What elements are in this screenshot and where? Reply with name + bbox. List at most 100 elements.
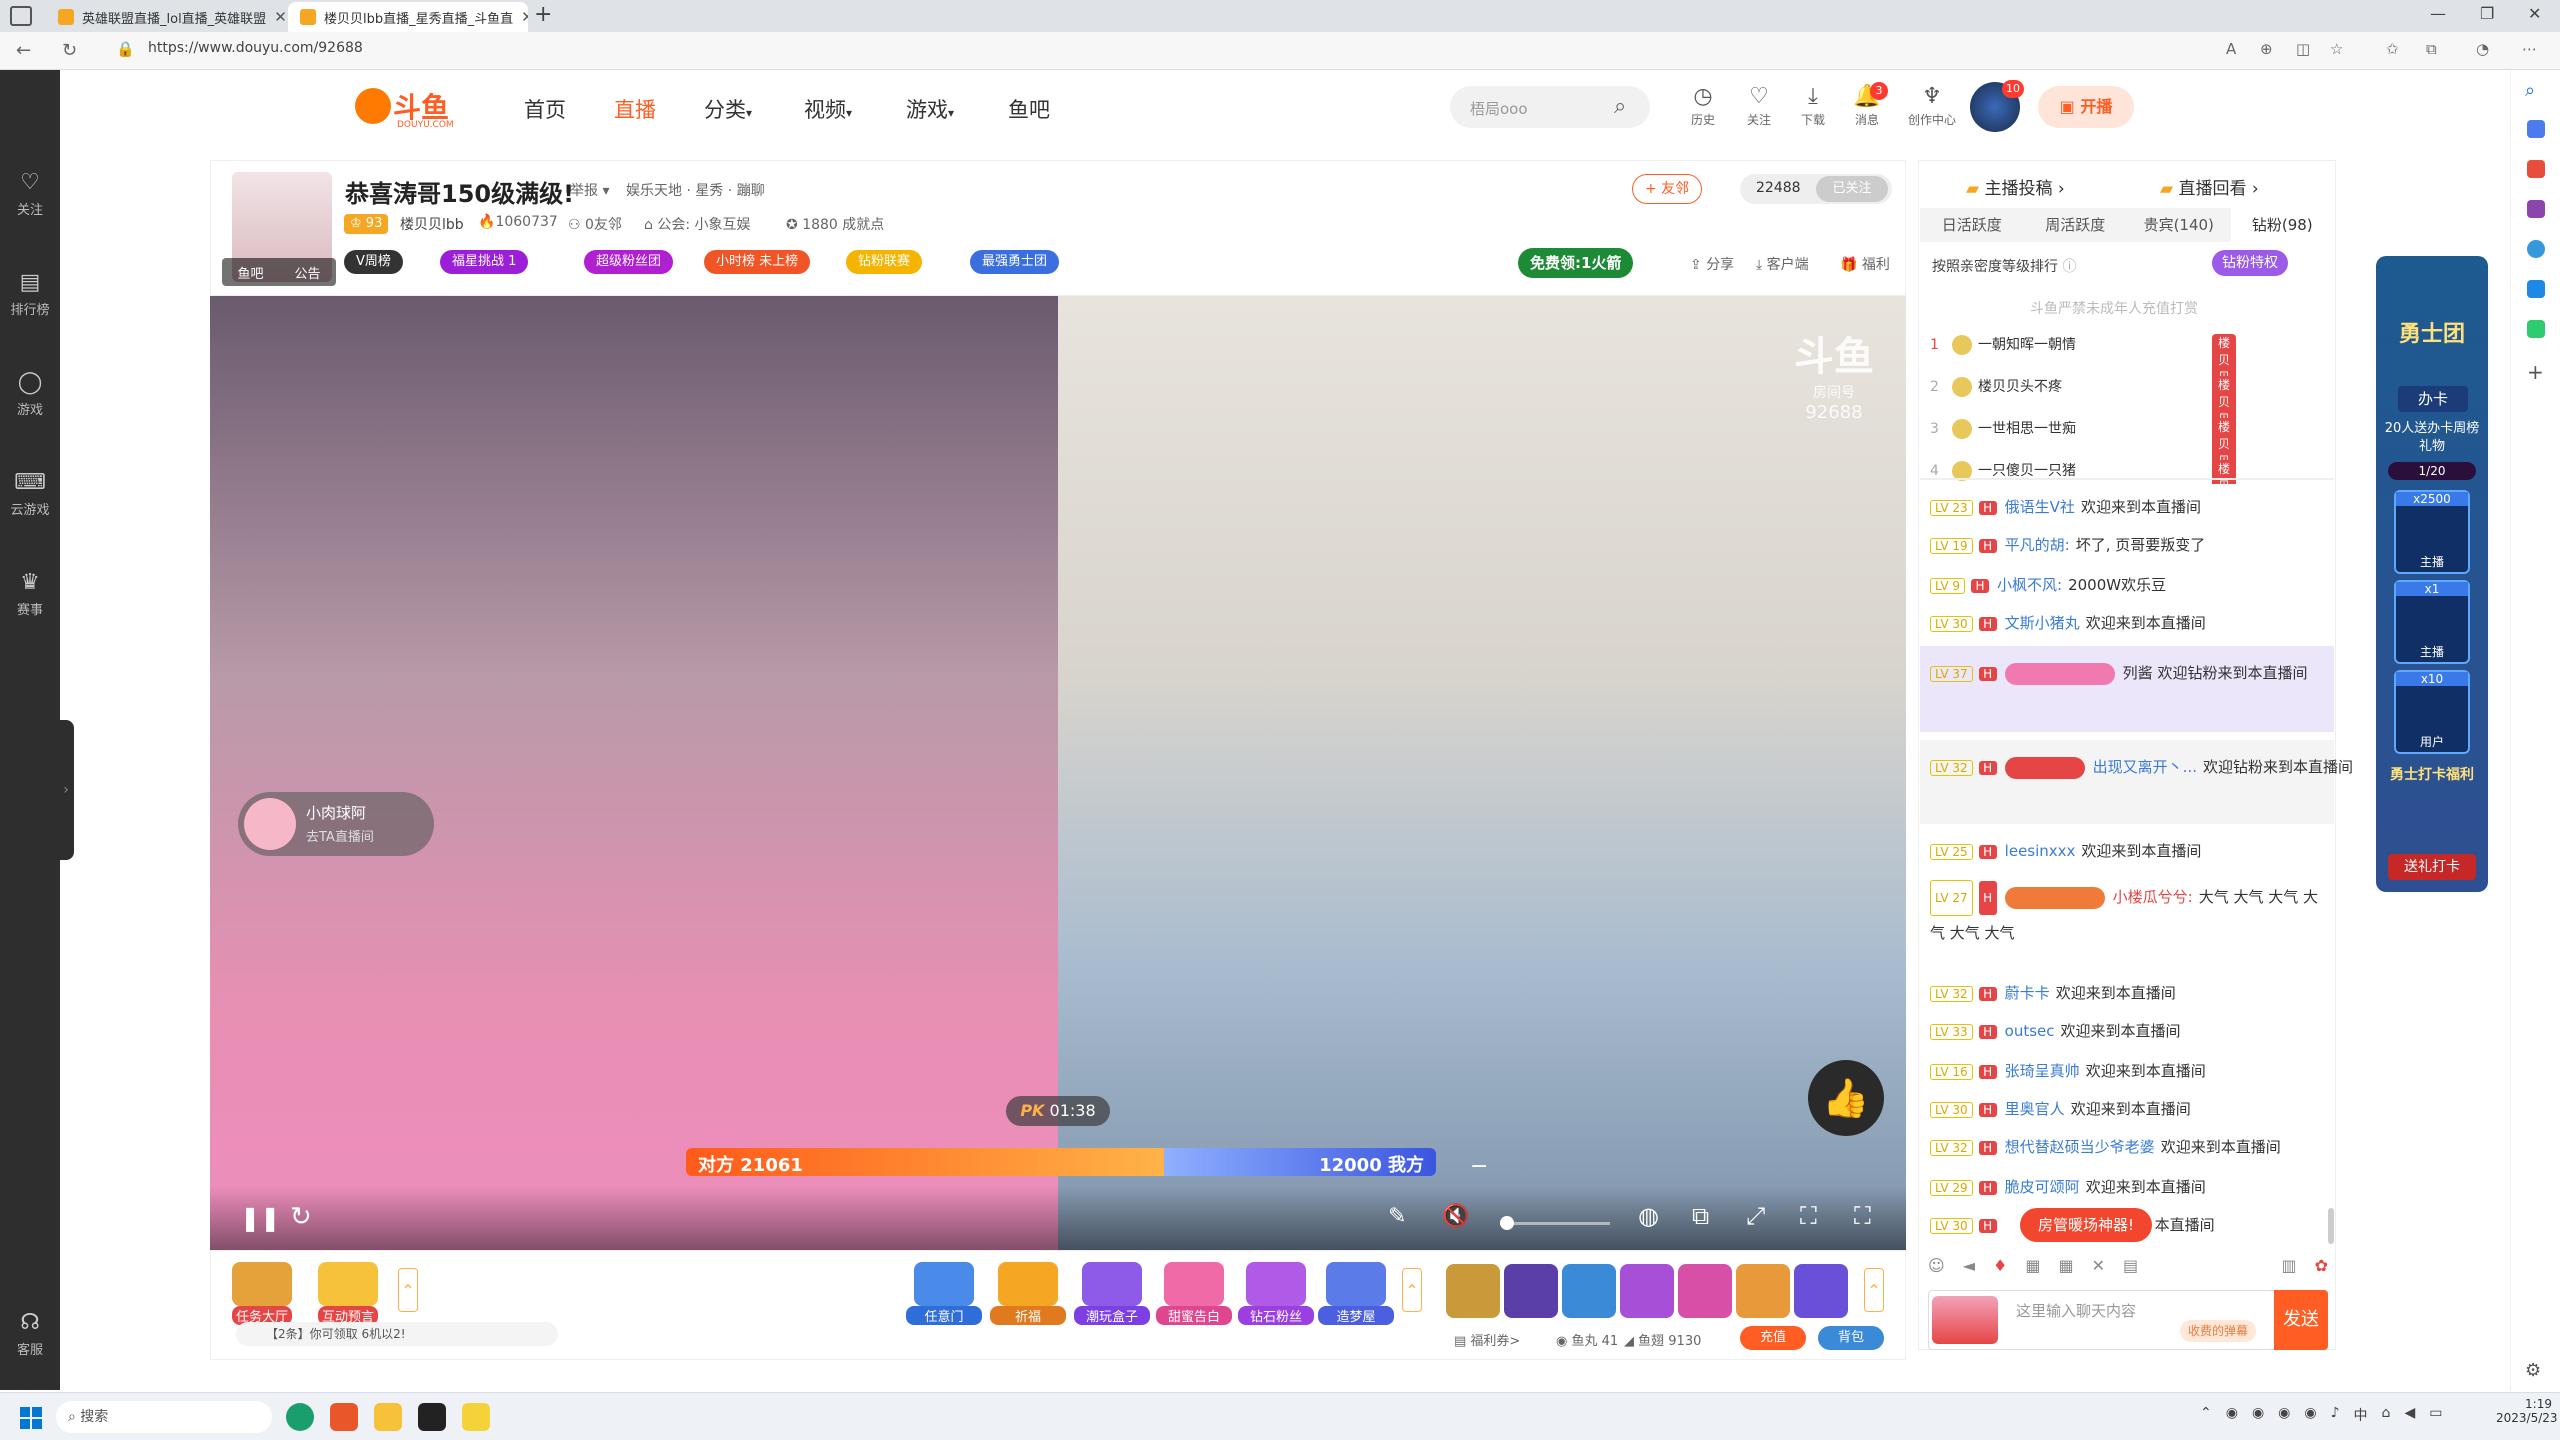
chat-message[interactable]: LV 25 Hleesinxxx 欢迎来到本直播间 xyxy=(1930,840,2201,861)
maximize-icon[interactable]: ❐ xyxy=(2480,4,2494,23)
premium-danmaku-tag[interactable]: 收费的弹幕 xyxy=(2180,1320,2257,1342)
recharge-button[interactable]: 充值 xyxy=(1740,1326,1806,1350)
back-icon[interactable]: ← xyxy=(16,40,31,61)
card-button[interactable]: 办卡 xyxy=(2398,386,2468,412)
tab-vip[interactable]: 贵宾(140) xyxy=(2127,208,2231,242)
chat-username[interactable]: 出现又离开丶... xyxy=(2093,758,2197,776)
app-icon[interactable] xyxy=(330,1403,358,1431)
badge-vweek[interactable]: V周榜 xyxy=(344,250,403,274)
followed-button[interactable]: 已关注 xyxy=(1816,176,1888,202)
history-button[interactable]: ◷ 历史 xyxy=(1678,84,1728,128)
follow-button[interactable]: ♡ 关注 xyxy=(1734,84,1784,128)
gift-item[interactable]: 钻石粉丝 xyxy=(1238,1262,1314,1325)
rank-row[interactable]: 2楼贝贝头不疼楼贝贝 xyxy=(1930,376,2237,427)
network-icon[interactable]: ⌂ xyxy=(2382,1405,2391,1425)
edit-icon[interactable]: ✎ xyxy=(1388,1204,1406,1229)
reward-card[interactable]: x1 主播 xyxy=(2394,580,2470,664)
gift-item[interactable]: 祈福 xyxy=(990,1262,1066,1325)
chat-username[interactable]: 里奥官人 xyxy=(2005,1100,2065,1118)
chat-message[interactable]: LV 19 H 平凡的胡: 坏了, 页哥要叛变了 xyxy=(1930,534,2205,555)
widescreen-icon[interactable]: ⤢ xyxy=(1746,1202,1765,1230)
pip-icon[interactable]: ⧉ xyxy=(1692,1202,1709,1230)
add-friend-button[interactable]: + 友邻 xyxy=(1632,174,1703,204)
gift-slot[interactable] xyxy=(1562,1264,1616,1318)
chat-message[interactable]: LV 27 H 小楼瓜兮兮: 大气 大气 大气 大气 大气 大气 xyxy=(1930,880,2320,950)
volume-icon[interactable]: ◀ xyxy=(2404,1405,2415,1425)
volume-slider[interactable] xyxy=(1500,1222,1610,1225)
search-icon[interactable]: ⌕ xyxy=(2525,80,2535,101)
chat-message[interactable]: LV 30 H 文斯小猪丸 欢迎来到本直播间 xyxy=(1930,612,2206,633)
interactive-predict-button[interactable]: 互动预言 xyxy=(318,1262,379,1325)
favorites-icon[interactable]: ✩ xyxy=(2386,40,2399,58)
diamond-privilege-button[interactable]: 钻粉特权 xyxy=(2212,250,2288,276)
close-tab-icon[interactable]: ✕ xyxy=(274,8,286,26)
gift-slot[interactable] xyxy=(1620,1264,1674,1318)
record-icon[interactable]: ▤ xyxy=(2123,1256,2138,1282)
chat-scrollbar[interactable] xyxy=(2328,1208,2334,1244)
nav-fishbar[interactable]: 鱼吧 xyxy=(1008,94,1050,124)
web-fullscreen-icon[interactable]: ⛶ xyxy=(1800,1202,1817,1230)
minus-icon[interactable]: − xyxy=(1470,1154,1488,1179)
tag-icon[interactable] xyxy=(2527,120,2545,138)
chat-message[interactable]: LV 37 H 列酱 欢迎钻粉来到本直播间 xyxy=(1930,662,2307,685)
chat-username[interactable]: outsec xyxy=(2005,1022,2055,1040)
app-icon[interactable] xyxy=(418,1403,446,1431)
task-hall-button[interactable]: 任务大厅 xyxy=(232,1262,293,1325)
gift-item[interactable]: 造梦屋 xyxy=(1318,1262,1394,1325)
chat-message[interactable]: LV 16 H 张琦呈真帅 欢迎来到本直播间 xyxy=(1930,1060,2206,1081)
chat-username[interactable]: 小枫不风: xyxy=(1997,576,2062,594)
tray-app-icon[interactable]: ◉ xyxy=(2226,1405,2238,1425)
games-icon[interactable] xyxy=(2527,200,2545,218)
chat-message[interactable]: LV 32 H 出现又离开丶... 欢迎钻粉来到本直播间 xyxy=(1930,756,2353,779)
chat-username[interactable]: 蔚卡卡 xyxy=(2005,984,2050,1002)
close-tab-icon[interactable]: ✕ xyxy=(521,8,528,26)
badge-diamond-league[interactable]: 钻粉联赛 xyxy=(846,250,923,274)
chat-username[interactable]: 文斯小猪丸 xyxy=(2005,614,2080,632)
guest-streamer-card[interactable]: 小肉球阿 去TA直播间 xyxy=(238,792,434,856)
search-icon[interactable]: ⌕ xyxy=(1614,94,1626,119)
collections-icon[interactable]: ⧉ xyxy=(2426,40,2437,58)
anchor-name[interactable]: 楼贝贝lbb xyxy=(400,214,464,234)
favorite-star-icon[interactable]: ☆ xyxy=(2330,40,2343,58)
read-aloud-icon[interactable]: A xyxy=(2226,40,2236,58)
reward-card[interactable]: x10 用户 xyxy=(2394,670,2470,754)
clear-icon[interactable]: ✕ xyxy=(2092,1256,2105,1282)
toolbox-icon[interactable] xyxy=(2527,160,2545,178)
search-input[interactable]: 梧局ooo xyxy=(1470,98,1528,119)
refresh-icon[interactable]: ↻ xyxy=(62,40,77,61)
nav-video[interactable]: 视频▾ xyxy=(804,94,852,124)
tab-weekly[interactable]: 周活跃度 xyxy=(2024,208,2128,242)
battery-icon[interactable]: ▭ xyxy=(2429,1405,2442,1425)
reload-icon[interactable]: ↻ xyxy=(290,1202,312,1232)
sidebar-item-game[interactable]: ◯ 游戏 xyxy=(0,370,60,418)
pause-icon[interactable]: ❚❚ xyxy=(240,1204,280,1232)
tray-app-icon[interactable]: ◉ xyxy=(2252,1405,2264,1425)
chat-username[interactable]: 俄语生V社 xyxy=(2005,498,2075,516)
download-button[interactable]: ⤓ 下载 xyxy=(1788,84,1838,128)
keyword-icon[interactable]: ▦ xyxy=(2025,1256,2040,1282)
volume-knob[interactable] xyxy=(1500,1216,1514,1230)
report-link[interactable]: 举报 ▾ xyxy=(570,180,609,200)
taskbar-search[interactable]: ⌕ 搜索 xyxy=(56,1401,272,1433)
profile-icon[interactable]: ◔ xyxy=(2476,40,2489,58)
send-card-button[interactable]: 送礼打卡 xyxy=(2388,854,2476,880)
sidebar-item-rank[interactable]: ▤ 排行榜 xyxy=(0,270,60,318)
chat-username[interactable]: 脆皮可颂阿 xyxy=(2005,1178,2080,1196)
welfare-button[interactable]: 🎁 福利 xyxy=(1840,254,1890,274)
settings-gear-icon[interactable]: ⚙ xyxy=(2525,1360,2541,1381)
reward-card[interactable]: x2500 主播 xyxy=(2394,490,2470,574)
expand-right-icon[interactable]: ⌃ xyxy=(1864,1268,1884,1312)
free-rocket-banner[interactable]: 免费领:1火箭 xyxy=(1518,248,1634,278)
client-button[interactable]: ⤓ 客户端 xyxy=(1756,254,1809,274)
gift-slot[interactable] xyxy=(1678,1264,1732,1318)
outlook-icon[interactable] xyxy=(2527,280,2545,298)
chat-username[interactable]: 列酱 xyxy=(2123,664,2153,682)
rank-row[interactable]: 1一朝知晖一朝情楼贝贝 xyxy=(1930,334,2237,385)
more-icon[interactable]: ⋯ xyxy=(2522,40,2537,58)
premium-badge-icon[interactable] xyxy=(1932,1296,1998,1344)
close-window-icon[interactable]: ✕ xyxy=(2528,4,2541,23)
rank-row[interactable]: 3一世相思一世痴楼贝贝 xyxy=(1930,418,2237,469)
chat-message[interactable]: LV 9 H 小枫不风: 2000W欢乐豆 xyxy=(1930,574,2166,595)
sidebar-item-follow[interactable]: ♡ 关注 xyxy=(0,170,60,218)
block-icon[interactable]: ▦ xyxy=(2058,1256,2073,1282)
